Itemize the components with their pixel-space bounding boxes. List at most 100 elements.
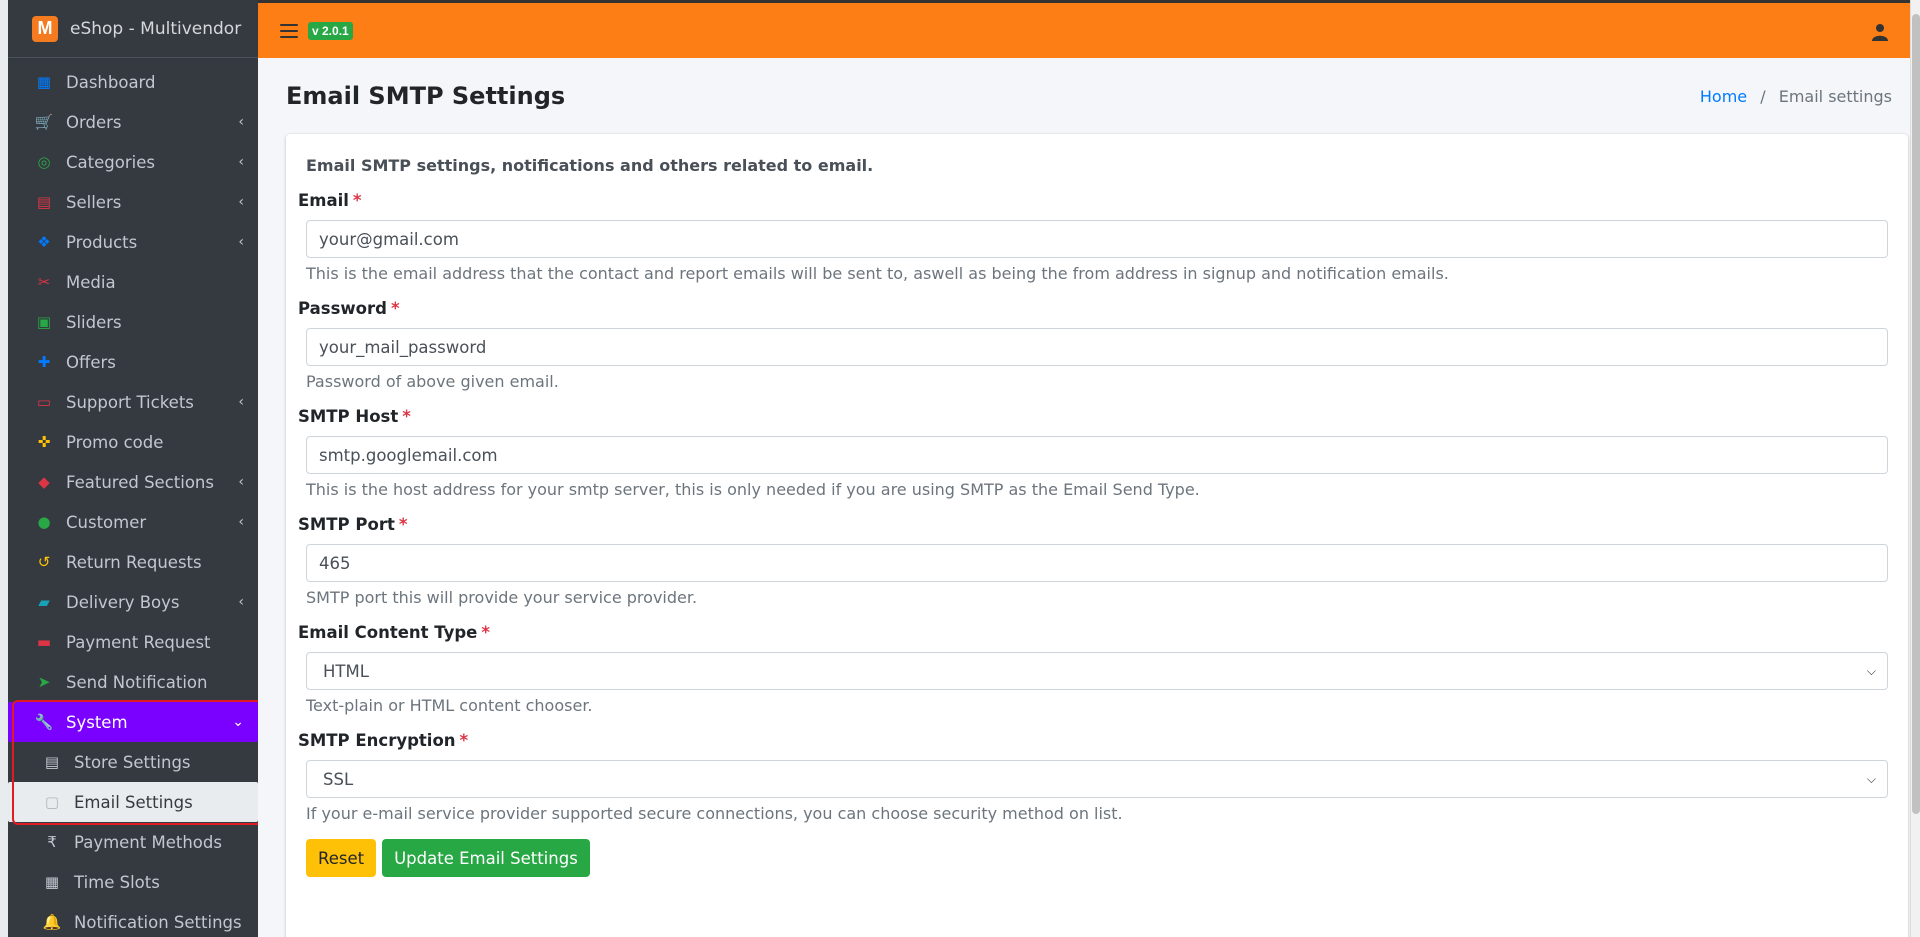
chevron-down-icon: ⌄: [232, 714, 244, 730]
content-type-select[interactable]: HTML: [306, 652, 1888, 690]
sidebar-item-time-slots[interactable]: ▦ Time Slots: [8, 862, 258, 902]
password-help: Password of above given email.: [306, 372, 559, 391]
breadcrumb-separator: /: [1760, 86, 1766, 106]
card-description: Email SMTP settings, notifications and o…: [306, 156, 874, 175]
sidebar-item-system[interactable]: 🔧 System ⌄: [8, 702, 258, 742]
brand[interactable]: M eShop - Multivendor: [8, 0, 258, 58]
id-badge-icon: ▰: [38, 593, 50, 611]
sidebar-item-categories[interactable]: ◎ Categories ‹: [8, 142, 258, 182]
email-label: Email *: [298, 191, 362, 210]
sidebar-item-label: Promo code: [66, 432, 164, 452]
sidebar-item-send-notification[interactable]: ➤ Send Notification: [8, 662, 258, 702]
encryption-select[interactable]: SSL: [306, 760, 1888, 798]
smtp-port-group: SMTP Port* SMTP port this will provide y…: [298, 515, 1888, 607]
page-scrollbar[interactable]: [1910, 0, 1920, 937]
update-email-settings-button[interactable]: Update Email Settings: [382, 839, 590, 877]
layers-icon: ◆: [38, 473, 50, 491]
sidebar-item-label: Customer: [66, 512, 147, 532]
chevron-left-icon: ‹: [238, 114, 244, 130]
chevron-left-icon: ‹: [238, 194, 244, 210]
sidebar-item-dashboard[interactable]: ▦ Dashboard: [8, 62, 258, 102]
sidebar-item-label: Orders: [66, 112, 122, 132]
encryption-help: If your e-mail service provider supporte…: [306, 804, 1123, 823]
sidebar-item-payment-request[interactable]: ▬ Payment Request: [8, 622, 258, 662]
sidebar-item-delivery-boys[interactable]: ▰ Delivery Boys ‹: [8, 582, 258, 622]
sidebar-item-label: Payment Methods: [74, 832, 222, 852]
sidebar-item-support-tickets[interactable]: ▭ Support Tickets ‹: [8, 382, 258, 422]
sidebar-item-email-settings[interactable]: ▢ Email Settings: [8, 782, 258, 822]
topbar: v 2.0.1: [258, 0, 1910, 58]
sidebar-item-label: Categories: [66, 152, 155, 172]
password-input[interactable]: [306, 328, 1888, 366]
sidebar-item-label: Offers: [66, 352, 116, 372]
breadcrumb: Home / Email settings: [1700, 87, 1892, 106]
dashboard-icon: ▦: [36, 73, 52, 91]
sidebar-item-customer[interactable]: ● Customer ‹: [8, 502, 258, 542]
scrollbar-thumb[interactable]: [1912, 14, 1920, 814]
smtp-host-group: SMTP Host* This is the host address for …: [298, 407, 1888, 499]
smtp-host-help: This is the host address for your smtp s…: [306, 480, 1200, 499]
sidebar-item-label: Products: [66, 232, 138, 252]
content-type-label: Email Content Type *: [298, 623, 490, 642]
sidebar-nav: ▦ Dashboard 🛒 Orders ‹ ◎ Categories ‹ ▤ Sellers ‹ ❖…: [8, 58, 258, 937]
password-label: Password *: [298, 299, 400, 318]
smtp-port-help: SMTP port this will provide your service…: [306, 588, 698, 607]
email-settings-card: Email SMTP settings, notifications and o…: [286, 134, 1908, 937]
breadcrumb-home-link[interactable]: Home: [1700, 87, 1747, 106]
smtp-host-input[interactable]: [306, 436, 1888, 474]
sidebar-item-payment-methods[interactable]: ₹ Payment Methods: [8, 822, 258, 862]
media-icon: ✂: [37, 273, 51, 291]
chevron-left-icon: ‹: [238, 394, 244, 410]
sidebar-item-media[interactable]: ✂ Media: [8, 262, 258, 302]
user-menu-icon[interactable]: [1872, 23, 1888, 41]
sidebar-item-label: Delivery Boys: [66, 592, 180, 612]
brand-logo: M: [32, 15, 58, 42]
chevron-left-icon: ‹: [238, 474, 244, 490]
sidebar-item-label: Dashboard: [66, 72, 156, 92]
undo-icon: ↺: [37, 553, 51, 571]
user-icon: ●: [37, 513, 51, 531]
sidebar-item-sellers[interactable]: ▤ Sellers ‹: [8, 182, 258, 222]
sidebar-item-sliders[interactable]: ▣ Sliders: [8, 302, 258, 342]
hamburger-icon[interactable]: [280, 23, 298, 38]
rupee-icon: ₹: [47, 833, 57, 851]
sidebar-item-label: Featured Sections: [66, 472, 214, 492]
target-icon: ◎: [37, 153, 51, 171]
email-help: This is the email address that the conta…: [306, 264, 1449, 283]
sidebar-item-promo-code[interactable]: ✜ Promo code: [8, 422, 258, 462]
store-settings-icon: ▤: [44, 753, 60, 771]
sidebar-item-return-requests[interactable]: ↺ Return Requests: [8, 542, 258, 582]
main-content: Email SMTP Settings Home / Email setting…: [258, 58, 1910, 937]
sidebar-item-orders[interactable]: 🛒 Orders ‹: [8, 102, 258, 142]
content-type-help: Text-plain or HTML content chooser.: [306, 696, 593, 715]
encryption-label: SMTP Encryption *: [298, 731, 469, 750]
smtp-port-input[interactable]: [306, 544, 1888, 582]
ticket-icon: ▭: [36, 393, 52, 411]
puzzle-icon: ✜: [37, 433, 51, 451]
breadcrumb-current: Email settings: [1778, 86, 1892, 106]
image-icon: ▣: [36, 313, 52, 331]
sidebar-item-featured-sections[interactable]: ◆ Featured Sections ‹: [8, 462, 258, 502]
email-group: Email* This is the email address that th…: [298, 191, 1888, 283]
sidebar-item-store-settings[interactable]: ▤ Store Settings: [8, 742, 258, 782]
sidebar-item-offers[interactable]: ✚ Offers: [8, 342, 258, 382]
reset-button[interactable]: Reset: [306, 839, 377, 877]
chevron-left-icon: ‹: [238, 234, 244, 250]
email-input[interactable]: [306, 220, 1888, 258]
sidebar-item-label: Return Requests: [66, 552, 202, 572]
sidebar-item-label: Time Slots: [74, 872, 160, 892]
sidebar: M eShop - Multivendor ▦ Dashboard 🛒 Orders ‹…: [0, 0, 258, 937]
encryption-group: SMTP Encryption * SSL ⌵ If your e-mail se…: [298, 731, 1888, 823]
smtp-host-label: SMTP Host *: [298, 407, 411, 426]
password-group: Password* Password of above given email.: [298, 299, 1888, 391]
sidebar-item-label: Sliders: [66, 312, 122, 332]
sidebar-item-products[interactable]: ❖ Products ‹: [8, 222, 258, 262]
smtp-port-label: SMTP Port *: [298, 515, 408, 534]
cart-icon: 🛒: [34, 113, 54, 131]
store-icon: ▤: [36, 193, 52, 211]
calendar-icon: ▦: [44, 873, 60, 891]
sidebar-item-notification-settings[interactable]: 🔔 Notification Settings: [8, 902, 258, 937]
content-type-group: Email Content Type * HTML ⌵ Text-plain or…: [298, 623, 1888, 715]
sidebar-item-label: Email Settings: [74, 792, 193, 812]
money-icon: ▬: [36, 633, 52, 651]
